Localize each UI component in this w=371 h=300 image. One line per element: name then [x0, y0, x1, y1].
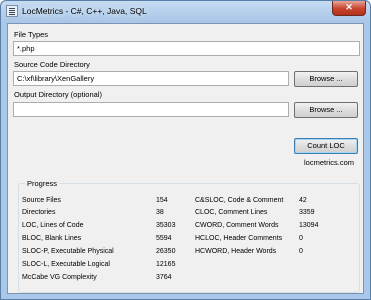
stat-value: 0 [299, 235, 303, 242]
stat-value: 3764 [156, 274, 172, 281]
stat-label: Directories [22, 209, 56, 216]
progress-group: Progress Source Files 154 Directories 38… [18, 179, 360, 293]
source-dir-label: Source Code Directory [14, 60, 90, 69]
stat-value: 0 [299, 248, 303, 255]
stat-label: C&SLOC, Code & Comment [195, 197, 284, 204]
stat-label: HCWORD, Header Words [195, 248, 277, 255]
app-icon [6, 5, 18, 17]
app-window: LocMetrics - C#, C++, Java, SQL ✕ File T… [0, 0, 371, 300]
output-dir-label: Output Directory (optional) [14, 90, 102, 99]
stat-label: Source Files [22, 197, 61, 204]
stat-value: 35303 [156, 222, 176, 229]
stat-label: McCabe VG Complexity [22, 274, 97, 281]
output-dir-input[interactable] [13, 102, 289, 117]
stat-value: 13094 [299, 222, 319, 229]
stat-value: 42 [299, 197, 307, 204]
output-browse-button[interactable]: Browse ... [294, 102, 358, 118]
stat-value: 154 [156, 197, 168, 204]
source-browse-button[interactable]: Browse ... [294, 71, 358, 87]
client-area: File Types *.php Source Code Directory C… [7, 23, 364, 294]
stat-label: CWORD, Comment Words [195, 222, 279, 229]
stat-value: 5594 [156, 235, 172, 242]
close-button[interactable]: ✕ [332, 1, 366, 16]
stat-value: 26350 [156, 248, 176, 255]
stat-value: 38 [156, 209, 164, 216]
stat-label: BLOC, Blank Lines [22, 235, 82, 242]
stat-label: SLOC-P, Executable Physical [22, 248, 114, 255]
title-bar[interactable]: LocMetrics - C#, C++, Java, SQL ✕ [1, 1, 370, 23]
window-title: LocMetrics - C#, C++, Java, SQL [22, 6, 147, 16]
count-loc-button[interactable]: Count LOC [294, 138, 358, 154]
stat-label: CLOC, Comment Lines [195, 209, 268, 216]
progress-title: Progress [25, 179, 60, 188]
website-link[interactable]: locmetrics.com [304, 158, 354, 167]
stat-label: HCLOC, Header Comments [195, 235, 283, 242]
source-dir-input[interactable]: C:\xf\library\XenGallery [13, 71, 289, 86]
stat-value: 3359 [299, 209, 315, 216]
stat-label: SLOC-L, Executable Logical [22, 261, 110, 268]
file-types-label: File Types [14, 30, 49, 39]
file-types-input[interactable]: *.php [13, 41, 360, 56]
stat-label: LOC, Lines of Code [22, 222, 84, 229]
stat-value: 12165 [156, 261, 176, 268]
